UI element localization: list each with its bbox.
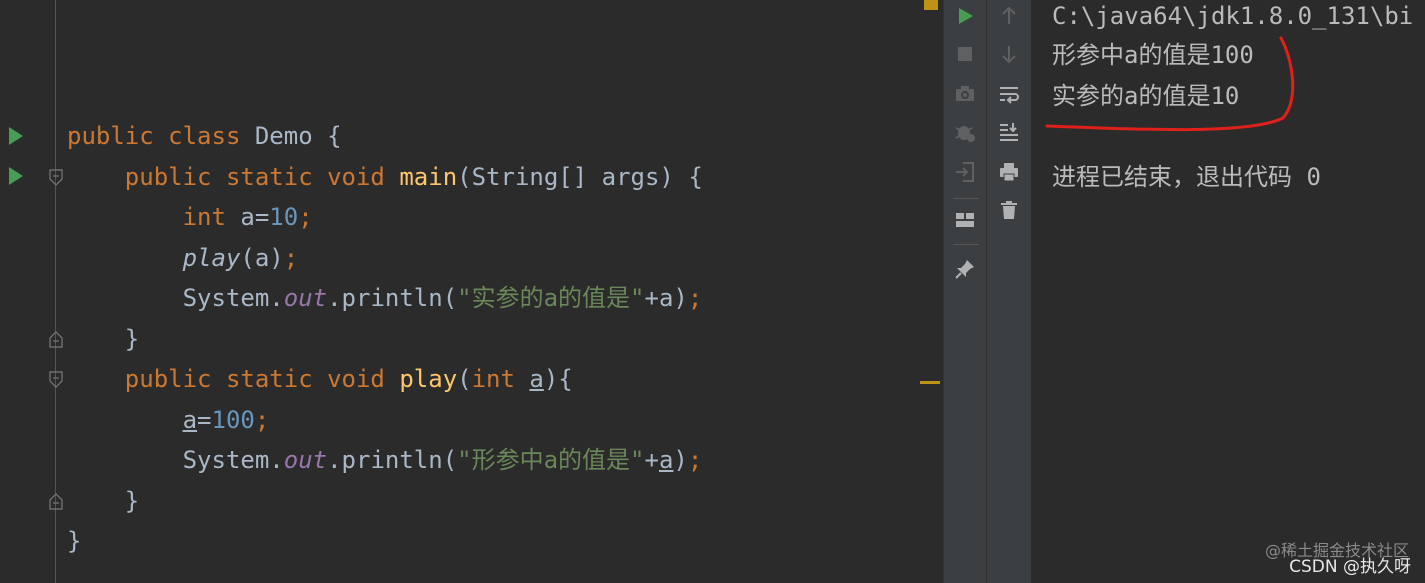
- code-token: play: [399, 365, 458, 393]
- code-token: "实参的a的值是": [457, 284, 645, 312]
- code-token: .println(: [327, 284, 458, 312]
- code-line[interactable]: public static void play(int a){: [67, 359, 573, 399]
- code-token: ;: [283, 244, 299, 272]
- code-token: (: [457, 365, 472, 393]
- code-line[interactable]: public static void main(String[] args) {: [67, 157, 703, 197]
- code-token: main: [399, 163, 458, 191]
- code-token: ;: [254, 406, 270, 434]
- code-token: (a): [240, 244, 284, 272]
- code-token: int: [67, 203, 241, 231]
- run-class-icon[interactable]: [9, 127, 23, 145]
- code-token: 10: [269, 203, 299, 231]
- watermark-text: CSDN @执久呀: [1289, 557, 1411, 577]
- run-main-icon[interactable]: [9, 167, 23, 185]
- code-line[interactable]: }: [67, 481, 139, 521]
- code-line[interactable]: play(a);: [67, 238, 299, 278]
- code-token: out: [283, 284, 328, 312]
- soft-wrap-icon[interactable]: [997, 82, 1021, 106]
- code-token: public class: [67, 122, 255, 150]
- toolbar-separator: [953, 244, 979, 245]
- code-token: public static void: [67, 365, 400, 393]
- code-token: "形参中a的值是": [457, 446, 645, 474]
- pin-icon[interactable]: [953, 257, 977, 281]
- run-console[interactable]: C:\java64\jdk1.8.0_131\bi 形参中a的值是100 实参的…: [1031, 0, 1425, 583]
- code-token: a=: [240, 203, 270, 231]
- code-token: ;: [298, 203, 313, 231]
- fold-open-icon[interactable]: [48, 371, 64, 389]
- code-token: }: [67, 487, 140, 515]
- code-token: +: [644, 446, 659, 474]
- code-token: }: [67, 527, 82, 555]
- run-toolbar-left: [943, 0, 986, 583]
- fold-open-icon[interactable]: [48, 169, 64, 187]
- code-token: System.: [67, 446, 284, 474]
- code-token: a: [182, 406, 198, 434]
- up-arrow-icon[interactable]: [997, 4, 1021, 28]
- code-token: ){: [543, 365, 573, 393]
- debug-settings-icon[interactable]: [953, 120, 977, 144]
- code-token: System.: [67, 284, 284, 312]
- code-token: int: [471, 365, 530, 393]
- code-line[interactable]: System.out.println("形参中a的值是"+a);: [67, 440, 703, 480]
- code-editor[interactable]: public class Demo { public static void m…: [0, 0, 942, 583]
- code-token: play: [182, 244, 241, 272]
- code-token: public static void: [67, 163, 400, 191]
- fold-close-icon[interactable]: [48, 492, 64, 510]
- code-token: out: [283, 446, 328, 474]
- warning-stripe-marker[interactable]: [920, 381, 940, 384]
- code-token: (String[] args) {: [457, 163, 703, 191]
- code-token: +a): [644, 284, 688, 312]
- rerun-icon[interactable]: [953, 4, 977, 28]
- camera-icon[interactable]: [953, 82, 977, 106]
- code-line[interactable]: a=100;: [67, 400, 270, 440]
- scroll-to-end-icon[interactable]: [997, 120, 1021, 144]
- fold-close-icon[interactable]: [48, 330, 64, 348]
- code-line[interactable]: int a=10;: [67, 197, 313, 237]
- layout-icon[interactable]: [953, 208, 977, 232]
- code-token: a: [658, 446, 674, 474]
- down-arrow-icon[interactable]: [997, 42, 1021, 66]
- code-token: a: [529, 365, 544, 393]
- code-token: 100: [211, 406, 255, 434]
- code-line[interactable]: System.out.println("实参的a的值是"+a);: [67, 278, 703, 318]
- stop-icon[interactable]: [953, 42, 977, 66]
- toolbar-separator: [953, 198, 979, 199]
- code-token: ;: [687, 284, 703, 312]
- code-token: =: [197, 406, 212, 434]
- code-line[interactable]: }: [67, 319, 139, 359]
- print-icon[interactable]: [997, 160, 1021, 184]
- exit-icon[interactable]: [953, 160, 977, 184]
- warning-stripe-marker[interactable]: [924, 0, 938, 10]
- code-token: ;: [687, 446, 703, 474]
- code-token: ): [673, 446, 688, 474]
- code-token: .println(: [327, 446, 458, 474]
- code-line[interactable]: public class Demo {: [67, 116, 342, 156]
- trash-icon[interactable]: [997, 198, 1021, 222]
- red-annotation-mark: [1045, 36, 1295, 132]
- run-toolbar-right: [986, 0, 1031, 583]
- code-line[interactable]: }: [67, 521, 81, 561]
- code-token: Demo {: [254, 122, 342, 150]
- code-token: }: [67, 325, 140, 353]
